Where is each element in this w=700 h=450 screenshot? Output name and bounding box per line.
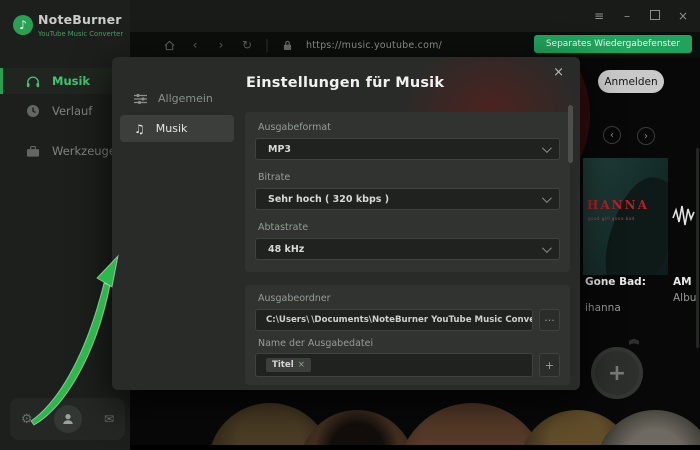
waveform-icon (672, 200, 696, 230)
output-name-label: Name der Ausgabedatei (258, 338, 373, 349)
dialog-scrollbar[interactable] (568, 105, 573, 163)
add-to-convert-button[interactable]: + (591, 347, 643, 399)
dialog-title: Einstellungen für Musik (246, 75, 444, 91)
close-button[interactable]: × (674, 9, 692, 23)
minimize-button[interactable]: – (618, 9, 636, 23)
album-figure (594, 170, 668, 275)
reload-icon[interactable]: ↻ (234, 38, 260, 52)
noteburner-logo-icon: ♪ (13, 15, 33, 35)
sidebar-label-verlauf: Verlauf (52, 104, 92, 118)
tab-musik[interactable]: ♫ Musik (120, 115, 234, 142)
artist-caption: ihanna (585, 302, 621, 314)
app-window: Anmelden ‹ › HANNA good girl gone bad Go… (0, 0, 700, 450)
chevron-down-icon (542, 193, 552, 203)
toolbar-divider: | (260, 38, 274, 53)
toolbox-icon (26, 145, 40, 158)
maximize-button[interactable] (646, 9, 664, 23)
feedback-mail-button[interactable]: ✉ (104, 412, 114, 426)
history-clock-icon (26, 104, 40, 118)
output-panel: Ausgabeordner C:\Users\\Documents\NoteBu… (245, 285, 570, 385)
home-icon[interactable] (156, 38, 182, 52)
carousel-prev-button[interactable]: ‹ (603, 126, 621, 144)
output-folder-label: Ausgabeordner (258, 293, 331, 304)
samplerate-select[interactable]: 48 kHz (255, 238, 560, 260)
user-icon (61, 412, 75, 426)
menu-icon[interactable]: ≡ (590, 9, 608, 23)
dialog-close-button[interactable]: × (553, 65, 564, 80)
output-folder-input[interactable]: C:\Users\\Documents\NoteBurner YouTube M… (255, 309, 533, 331)
sidebar-item-musik[interactable]: Musik (0, 68, 130, 94)
carousel-next-button[interactable]: › (637, 127, 655, 145)
browser-toolbar: ‹ › ↻ | https://music.youtube.com/ Separ… (130, 32, 700, 58)
samplerate-label: Abtastrate (258, 222, 308, 233)
url-bar[interactable]: https://music.youtube.com/ (306, 40, 442, 51)
lock-icon (274, 38, 300, 52)
add-tag-button[interactable]: + (539, 353, 560, 377)
filename-tag: Titel × (266, 358, 311, 372)
app-logo-block: ♪ NoteBurner YouTube Music Converter (0, 0, 130, 58)
browse-folder-button[interactable]: ··· (539, 309, 560, 331)
format-label: Ausgabeformat (258, 122, 331, 133)
album-caption: Gone Bad: (585, 276, 646, 288)
bitrate-label: Bitrate (258, 172, 290, 183)
format-panel: Ausgabeformat MP3 Bitrate Sehr hoch ( 32… (245, 112, 570, 272)
bitrate-select[interactable]: Sehr hoch ( 320 kbps ) (255, 188, 560, 210)
sidebar: Musik Verlauf Werkzeuge ⚙ ✉ (0, 58, 130, 450)
sidebar-tray: ⚙ ✉ (10, 398, 125, 440)
tab-allgemein-label: Allgemein (158, 92, 213, 105)
music-note-flag-icon (625, 337, 641, 357)
album-type-right: Albu (673, 292, 696, 304)
path-prefix: C:\Users\ (266, 315, 309, 325)
chevron-down-icon (542, 143, 552, 153)
tab-musik-label: Musik (156, 122, 188, 135)
forward-icon[interactable]: › (208, 38, 234, 52)
format-value: MP3 (268, 144, 542, 155)
back-icon[interactable]: ‹ (182, 38, 208, 52)
app-subtitle: YouTube Music Converter (38, 30, 123, 38)
page-scrollbar[interactable] (696, 148, 699, 348)
app-name: NoteBurner (38, 12, 122, 27)
path-suffix: \Documents\NoteBurner YouTube Music Conv… (311, 315, 533, 325)
bitrate-value: Sehr hoch ( 320 kbps ) (268, 194, 542, 205)
sliders-icon (134, 93, 147, 105)
format-select[interactable]: MP3 (255, 138, 560, 160)
samplerate-value: 48 kHz (268, 244, 542, 255)
artist-avatar (299, 410, 415, 450)
page-bottom-strip (130, 445, 700, 450)
remove-tag-icon[interactable]: × (298, 360, 305, 370)
artist-avatar (595, 410, 700, 450)
sidebar-item-verlauf[interactable]: Verlauf (0, 98, 130, 124)
album-caption-right: AM (673, 276, 692, 288)
output-name-input[interactable]: Titel × (255, 353, 533, 377)
album-title-text: HANNA (587, 198, 665, 212)
album-subtitle-text: good girl gone bad (588, 216, 635, 221)
tab-allgemein[interactable]: Allgemein (120, 85, 234, 112)
plus-icon: + (608, 361, 626, 386)
sidebar-label-werkzeuge: Werkzeuge (52, 144, 116, 158)
account-button[interactable] (54, 405, 82, 433)
sidebar-label-musik: Musik (52, 74, 90, 88)
signin-button[interactable]: Anmelden (598, 70, 664, 93)
music-note-icon: ♫ (134, 122, 145, 136)
settings-gear-button[interactable]: ⚙ (21, 412, 33, 427)
headphones-icon (26, 75, 40, 88)
album-art: HANNA good girl gone bad (583, 158, 668, 275)
chevron-down-icon (542, 243, 552, 253)
separate-player-button[interactable]: Separates Wiedergabefenster (534, 35, 692, 53)
sidebar-item-werkzeuge[interactable]: Werkzeuge (0, 138, 130, 164)
settings-dialog: × Allgemein ♫ Musik Einstellungen für Mu… (112, 57, 580, 390)
filename-tag-label: Titel (272, 360, 294, 370)
